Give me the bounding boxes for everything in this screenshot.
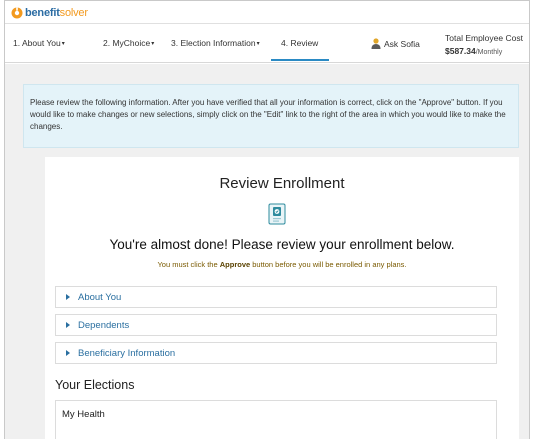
chevron-down-icon: ▾ [61, 41, 65, 47]
logo-text-b: solver [59, 7, 88, 19]
logo-text-a: benefit [25, 7, 60, 19]
user-icon [371, 38, 381, 49]
approve-reminder: You must click the Approve button before… [45, 260, 519, 269]
tab-about-you[interactable]: 1. About You▾ [13, 38, 65, 48]
section-beneficiary-information[interactable]: Beneficiary Information [55, 342, 497, 364]
section-label: Dependents [78, 320, 130, 331]
clipboard-check-icon [268, 203, 286, 225]
cost-amount: $587.34 [445, 46, 476, 56]
reminder-approve-word: Approve [219, 260, 251, 269]
page-title: Review Enrollment [219, 175, 345, 192]
tab-label: 4. Review [281, 38, 319, 48]
total-cost-value: $587.34/Monthly [445, 46, 502, 56]
cost-period: /Monthly [475, 49, 503, 56]
section-about-you[interactable]: About You [55, 286, 497, 308]
app-frame: benefit solver 1. About You▾ 2. MyChoice▾… [4, 0, 530, 439]
total-cost-label: Total Employee Cost [445, 33, 523, 43]
tab-label: 2. MyChoice [103, 38, 151, 48]
section-label: About You [78, 292, 122, 303]
plan-label: My Health [62, 409, 105, 420]
instructions-notice: Please review the following information.… [23, 84, 519, 148]
reminder-text-after: button before you will be enrolled in an… [250, 260, 407, 269]
content-area: Please review the following information.… [5, 64, 529, 439]
chevron-down-icon: ▾ [256, 41, 260, 47]
active-tab-indicator [271, 59, 329, 61]
review-card: Review Enrollment You're almost done! Pl… [45, 157, 519, 439]
ask-sofia-button[interactable]: Ask Sofia [371, 38, 420, 49]
caret-right-icon [66, 322, 70, 328]
caret-right-icon [66, 350, 70, 356]
tab-election-information[interactable]: 3. Election Information▾ [171, 38, 260, 48]
section-dependents[interactable]: Dependents [55, 314, 497, 336]
plan-my-health[interactable]: My Health [55, 400, 497, 439]
section-label: Beneficiary Information [78, 348, 176, 359]
tab-label: 3. Election Information [171, 38, 256, 48]
benefitsolver-logo[interactable]: benefit solver [11, 6, 88, 20]
tab-label: 1. About You [13, 38, 61, 48]
review-headline: You're almost done! Please review your e… [109, 237, 455, 252]
your-elections-heading: Your Elections [55, 378, 135, 392]
logo-icon [11, 7, 23, 19]
tab-review[interactable]: 4. Review [281, 38, 318, 48]
tab-mychoice[interactable]: 2. MyChoice▾ [103, 38, 154, 48]
chevron-down-icon: ▾ [151, 41, 155, 47]
caret-right-icon [66, 294, 70, 300]
reminder-text-before: You must click the [157, 260, 220, 269]
ask-sofia-label: Ask Sofia [384, 38, 420, 49]
top-nav: 1. About You▾ 2. MyChoice▾ 3. Election I… [5, 23, 529, 63]
